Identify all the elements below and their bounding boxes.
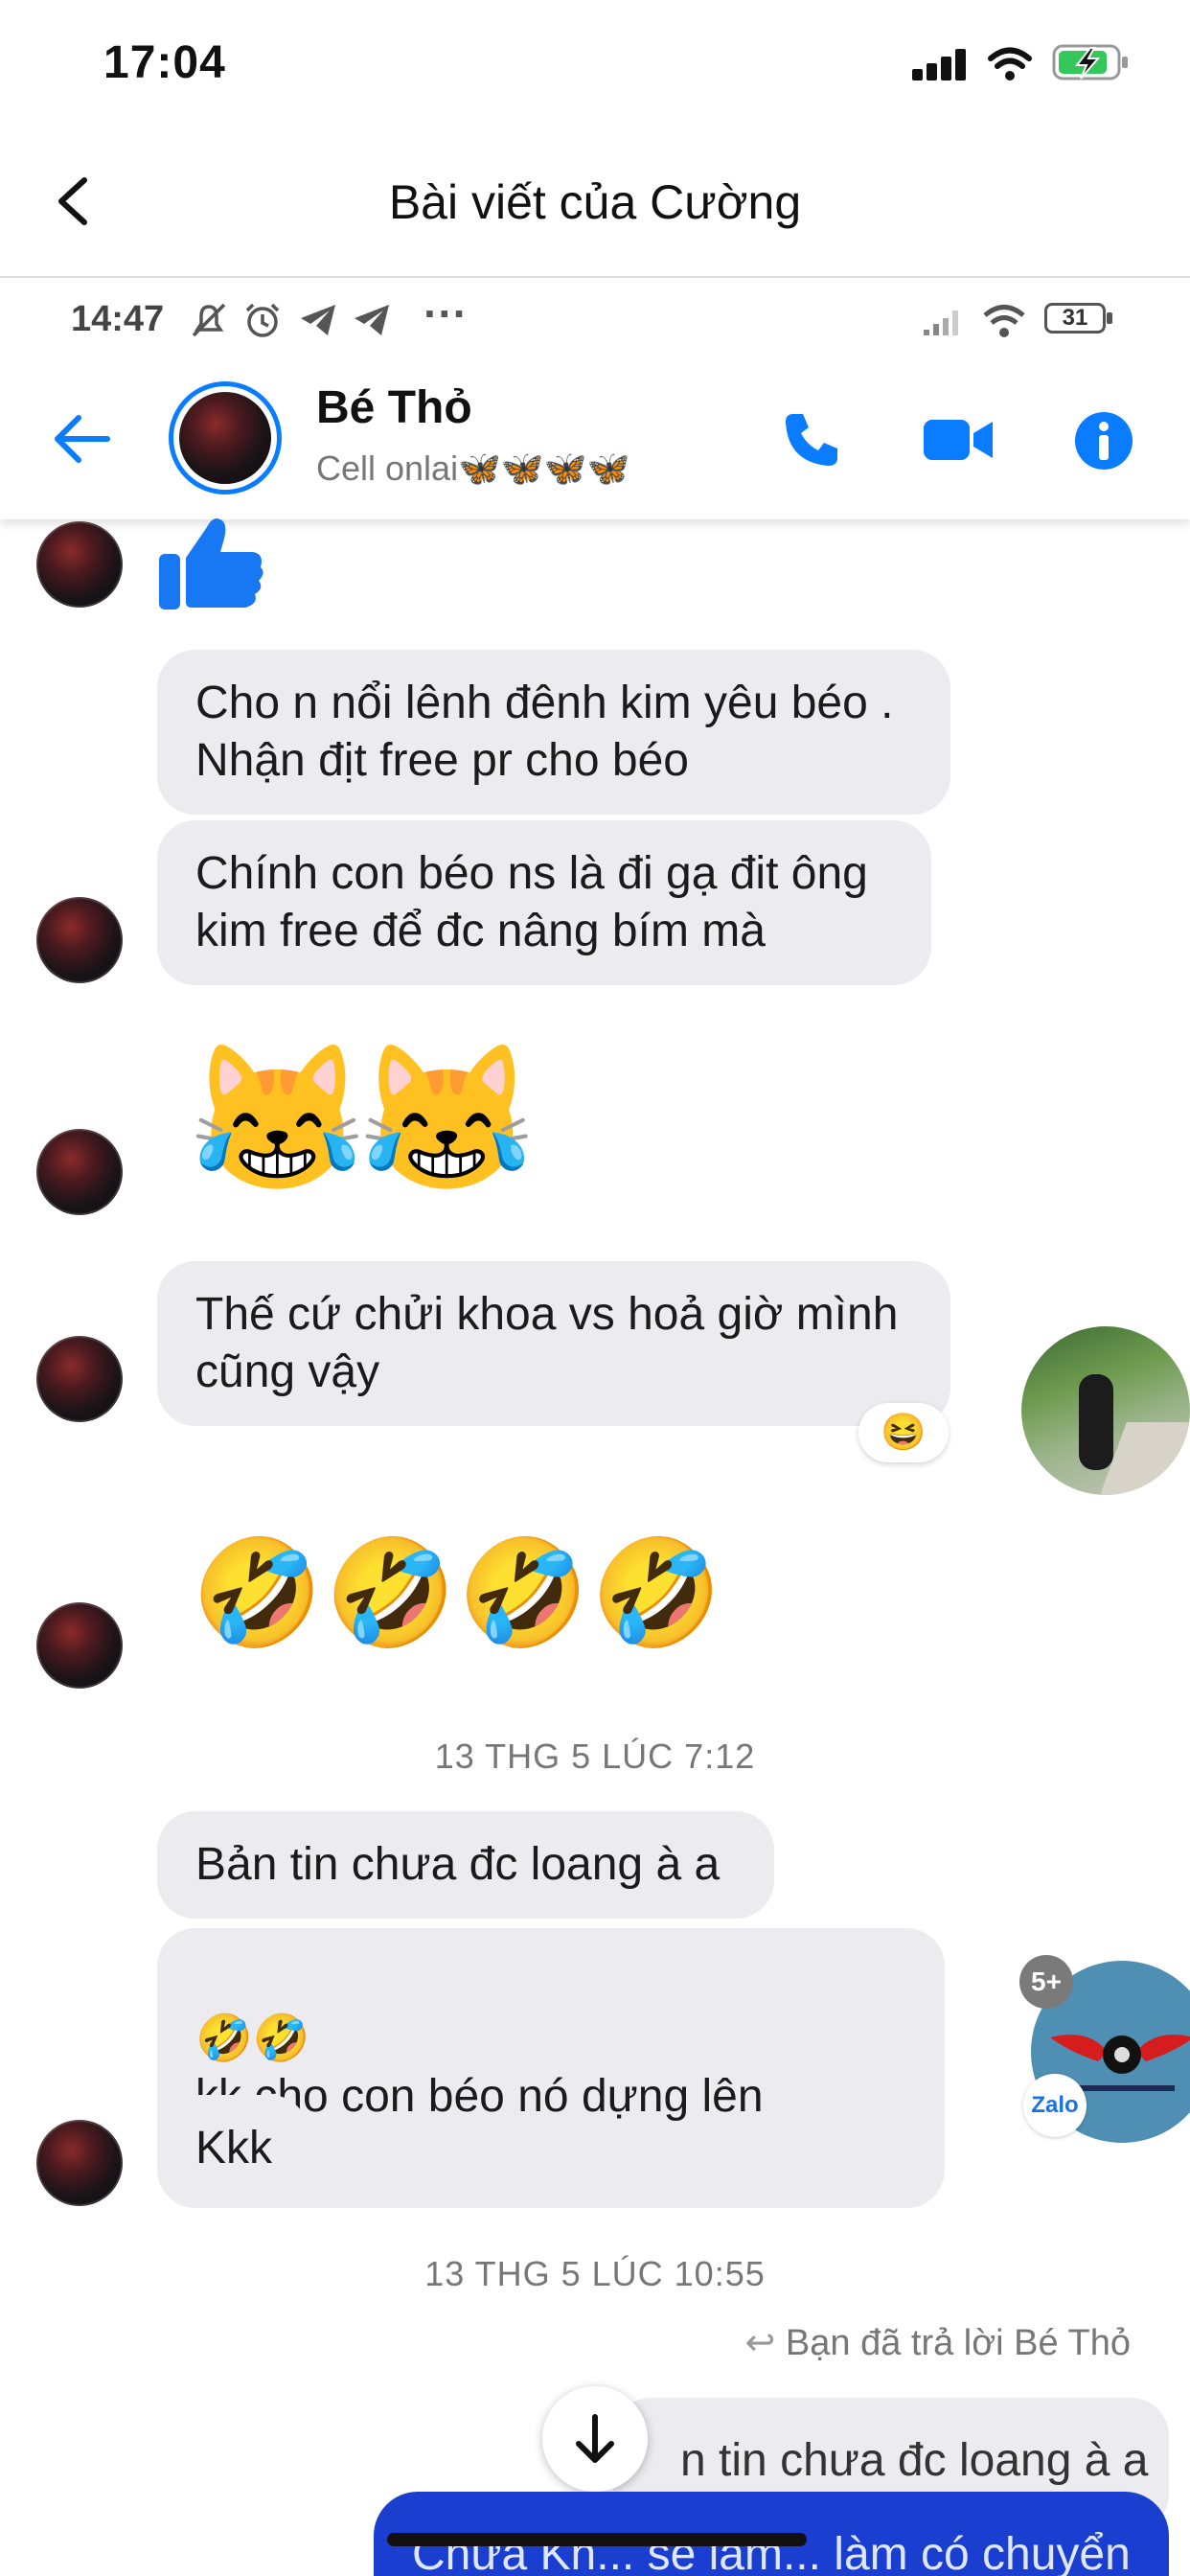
cellular-signal-icon xyxy=(924,310,958,335)
sender-avatar xyxy=(36,897,123,983)
telegram-icon xyxy=(301,305,335,335)
wifi-icon xyxy=(988,47,1032,80)
reply-context: ↩ Bạn đã trả lời Bé Thỏ xyxy=(745,2321,1132,2364)
emoji-message[interactable]: 🤣🤣🤣🤣 xyxy=(192,1531,724,1656)
battery-indicator: 31 xyxy=(1044,303,1106,334)
thumbs-up-icon xyxy=(159,518,263,610)
timestamp: 13 THG 5 LÚC 7:12 xyxy=(434,1736,756,1776)
reaction-badge[interactable]: 😆 xyxy=(858,1403,949,1462)
read-receipt-avatar xyxy=(1021,1326,1190,1495)
zalo-chat-head[interactable]: 5+ Zalo xyxy=(1019,1955,1190,2143)
contact-name[interactable]: Bé Thỏ xyxy=(316,381,472,434)
sender-avatar xyxy=(36,1602,123,1689)
info-icon[interactable] xyxy=(1073,410,1134,472)
message-bubble[interactable]: Kkk xyxy=(157,2095,309,2202)
zalo-logo-icon: Zalo xyxy=(1023,2074,1087,2137)
emoji-message[interactable]: 😹😹 xyxy=(188,1037,537,1200)
telegram-icon xyxy=(355,305,389,335)
notifications-off-icon xyxy=(192,303,226,337)
video-call-icon[interactable] xyxy=(922,416,995,464)
inner-status-bar: 14:47 ··· 31 xyxy=(0,278,1190,360)
battery-level: 31 xyxy=(1062,305,1088,331)
sender-avatar xyxy=(36,1336,123,1422)
unread-count-badge: 5+ xyxy=(1019,1955,1073,2009)
timestamp: 13 THG 5 LÚC 10:55 xyxy=(424,2254,766,2293)
scroll-to-bottom-button[interactable] xyxy=(542,2386,648,2492)
home-indicator xyxy=(387,2533,807,2546)
emoji-prefix: 🤣🤣 xyxy=(195,2013,310,2064)
conversation-header: Bé Thỏ Cell onlai🦋🦋🦋🦋 xyxy=(0,360,1190,519)
inner-clock: 14:47 xyxy=(71,299,165,339)
message-bubble[interactable]: Cho n nổi lênh đênh kim yêu béo . Nhận đ… xyxy=(157,650,950,815)
message-bubble[interactable]: Chính con béo ns là đi gạ đit ông kim fr… xyxy=(157,820,931,985)
page-title: Bài viết của Cường xyxy=(388,175,802,229)
contact-avatar[interactable] xyxy=(169,381,282,494)
arrow-down-icon xyxy=(576,2414,614,2463)
embedded-screenshot: 14:47 ··· 31 Bé Thỏ Cell onlai🦋🦋🦋🦋 Cho n… xyxy=(0,278,1190,2576)
reply-label-text: Bạn đã trả lời Bé Thỏ xyxy=(785,2323,1131,2363)
message-bubble[interactable]: Thế cứ chửi khoa vs hoả giờ mình cũng vậ… xyxy=(157,1261,950,1426)
ios-status-bar: 17:04 xyxy=(0,0,1190,134)
contact-status: Cell onlai🦋🦋🦋🦋 xyxy=(316,448,630,488)
clock: 17:04 xyxy=(103,37,226,88)
reply-arrow-icon: ↩ xyxy=(744,2323,786,2363)
sender-avatar xyxy=(36,2120,123,2206)
sender-avatar xyxy=(36,521,123,608)
back-arrow-icon[interactable] xyxy=(50,410,113,468)
contact-avatar-image xyxy=(179,392,271,484)
message-bubble[interactable]: Bản tin chưa đc loang à a xyxy=(157,1811,774,1919)
phone-call-icon[interactable] xyxy=(780,408,843,472)
more-notifications-indicator: ··· xyxy=(423,288,468,338)
cellular-signal-icon xyxy=(912,48,966,80)
battery-charging-icon xyxy=(1052,44,1128,80)
alarm-icon xyxy=(245,303,280,337)
sender-avatar xyxy=(36,1129,123,1215)
post-navigation-bar: Bài viết của Cường xyxy=(0,134,1190,278)
wifi-icon xyxy=(983,305,1025,337)
battery-tip xyxy=(1107,312,1112,324)
